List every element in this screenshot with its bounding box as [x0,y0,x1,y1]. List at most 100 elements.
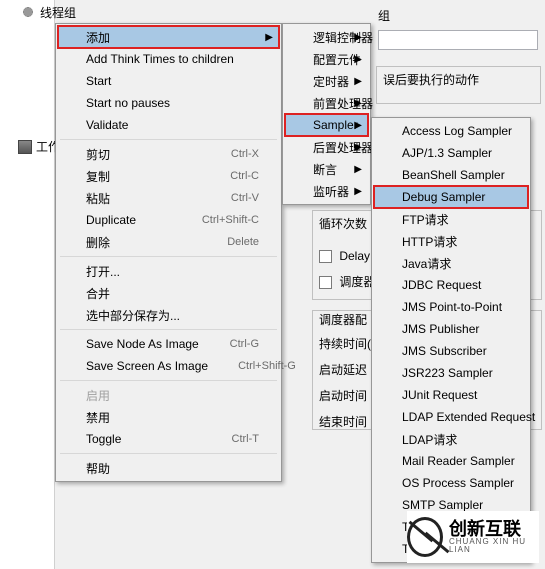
main-menu-item-validate[interactable]: Validate [58,114,279,136]
scheduler-label: 调度器 [339,275,375,289]
chevron-right-icon: ▶ [354,164,362,175]
main-menu-item-save-screen-as-image[interactable]: Save Screen As ImageCtrl+Shift-G [58,355,279,377]
loop-label: 循环次数 [319,215,367,232]
chevron-right-icon: ▶ [354,76,362,87]
menu-item-label: Validate [86,118,259,132]
menu-item-label: Save Node As Image [86,337,200,351]
sampler-menu-item-java[interactable]: Java请求 [374,252,528,274]
menu-item-label: 添加 [86,29,259,46]
sampler-menu-item-ftp[interactable]: FTP请求 [374,208,528,230]
menu-item-label: Toggle [86,432,202,446]
startup-delay-label: 启动延迟 [319,361,367,378]
sampler-menu-item-ldap-extended-request[interactable]: LDAP Extended Request [374,406,528,428]
sampler-menu-item-jdbc-request[interactable]: JDBC Request [374,274,528,296]
main-menu-item-start[interactable]: Start [58,70,279,92]
menu-item-label: 粘贴 [86,190,201,207]
sampler-menu-item-ajp-1-3-sampler[interactable]: AJP/1.3 Sampler [374,142,528,164]
menu-shortcut: Ctrl+Shift-C [202,214,259,226]
context-menu-add: 逻辑控制器▶配置元件▶定时器▶前置处理器▶Sampler▶后置处理器▶断言▶监听… [282,23,371,205]
chevron-right-icon: ▶ [354,32,362,43]
checkbox-icon [319,250,332,263]
logo-watermark: 创新互联 CHUANG XIN HU LIAN [407,511,539,563]
checkbox-icon [319,276,332,289]
scheduler-checkbox[interactable]: 调度器 [319,273,375,290]
sampler-menu-item-jms-subscriber[interactable]: JMS Subscriber [374,340,528,362]
menu-shortcut: Ctrl-V [231,192,259,204]
add-menu-item-[interactable]: 前置处理器▶ [285,92,368,114]
menu-item-label: SMTP Sampler [402,498,508,512]
main-menu-item-[interactable]: 删除 Delete [58,231,279,253]
main-menu-item-[interactable]: 合并 [58,282,279,304]
menu-item-label: 后置处理器 [313,139,373,156]
end-time-label: 结束时间 [319,413,367,430]
sampler-menu-item-junit-request[interactable]: JUnit Request [374,384,528,406]
main-menu-item-[interactable]: 粘贴 Ctrl-V [58,187,279,209]
menu-item-label: LDAP请求 [402,431,508,448]
add-menu-item-[interactable]: 定时器 ▶ [285,70,368,92]
add-menu-item-[interactable]: 逻辑控制器▶ [285,26,368,48]
menu-separator [60,256,277,257]
main-menu-item-toggle[interactable]: ToggleCtrl-T [58,428,279,450]
sampler-menu-item-os-process-sampler[interactable]: OS Process Sampler [374,472,528,494]
main-menu-item-[interactable]: 添加 ▶ [58,26,279,48]
duration-label: 持续时间( [319,335,371,352]
workbench-icon [18,140,32,154]
menu-item-label: JMS Subscriber [402,344,508,358]
menu-item-label: 删除 [86,234,197,251]
tree-panel [0,0,55,569]
menu-item-label: 逻辑控制器 [313,29,373,46]
main-menu-item-[interactable]: 禁用 [58,406,279,428]
logo-mark-icon [407,517,443,557]
main-menu-item-add-think-times-to-children[interactable]: Add Think Times to children [58,48,279,70]
menu-shortcut: Ctrl-X [231,148,259,160]
context-menu-sampler: Access Log SamplerAJP/1.3 SamplerBeanShe… [371,117,531,563]
sampler-menu-item-jms-point-to-point[interactable]: JMS Point-to-Point [374,296,528,318]
sampler-menu-item-http[interactable]: HTTP请求 [374,230,528,252]
logo-text-big: 创新互联 [449,520,539,538]
sampler-menu-item-mail-reader-sampler[interactable]: Mail Reader Sampler [374,450,528,472]
chevron-right-icon: ▶ [265,32,273,43]
sampler-menu-item-access-log-sampler[interactable]: Access Log Sampler [374,120,528,142]
add-menu-item-[interactable]: 后置处理器▶ [285,136,368,158]
menu-item-label: Start [86,74,259,88]
sampler-menu-item-beanshell-sampler[interactable]: BeanShell Sampler [374,164,528,186]
context-menu-main: 添加 ▶ Add Think Times to children Start Start… [55,23,282,482]
menu-shortcut: Delete [227,236,259,248]
menu-item-label: 合并 [86,285,259,302]
main-menu-item-[interactable]: 剪切 Ctrl-X [58,143,279,165]
main-menu-item-[interactable]: 复制Ctrl-C [58,165,279,187]
main-menu-item-: 启用 [58,384,279,406]
error-action-group: 误后要执行的动作 [376,66,541,104]
menu-item-label: 定时器 [313,73,349,90]
main-menu-item-save-node-as-image[interactable]: Save Node As ImageCtrl-G [58,333,279,355]
add-menu-item-[interactable]: 配置元件▶ [285,48,368,70]
add-menu-item-[interactable]: 监听器 ▶ [285,180,368,202]
add-menu-item-[interactable]: 断言 ▶ [285,158,368,180]
menu-item-label: 启用 [86,387,259,404]
sampler-menu-item-ldap[interactable]: LDAP请求 [374,428,528,450]
main-menu-item-[interactable]: 帮助 [58,457,279,479]
menu-item-label: JMS Point-to-Point [402,300,508,314]
sampler-menu-item-debug-sampler[interactable]: Debug Sampler [374,186,528,208]
chevron-right-icon: ▶ [354,54,362,65]
menu-item-label: 选中部分保存为... [86,307,259,324]
sampler-menu-item-jsr223-sampler[interactable]: JSR223 Sampler [374,362,528,384]
main-menu-item-duplicate[interactable]: DuplicateCtrl+Shift-C [58,209,279,231]
main-menu-item-[interactable]: 选中部分保存为... [58,304,279,326]
logo-text-small: CHUANG XIN HU LIAN [449,538,539,554]
chevron-right-icon: ▶ [354,142,362,153]
main-menu-item-start-no-pauses[interactable]: Start no pauses [58,92,279,114]
menu-item-label: 断言 [313,161,348,178]
name-input-fragment[interactable] [378,30,538,50]
chevron-right-icon: ▶ [354,186,362,197]
main-menu-item-[interactable]: 打开... [58,260,279,282]
add-menu-item-sampler[interactable]: Sampler▶ [285,114,368,136]
menu-item-label: Mail Reader Sampler [402,454,515,468]
sampler-menu-item-jms-publisher[interactable]: JMS Publisher [374,318,528,340]
menu-item-label: Save Screen As Image [86,359,208,373]
menu-item-label: 剪切 [86,146,201,163]
menu-item-label: FTP请求 [402,211,508,228]
menu-item-label: 复制 [86,168,200,185]
menu-item-label: 监听器 [313,183,349,200]
menu-item-label: 前置处理器 [313,95,373,112]
